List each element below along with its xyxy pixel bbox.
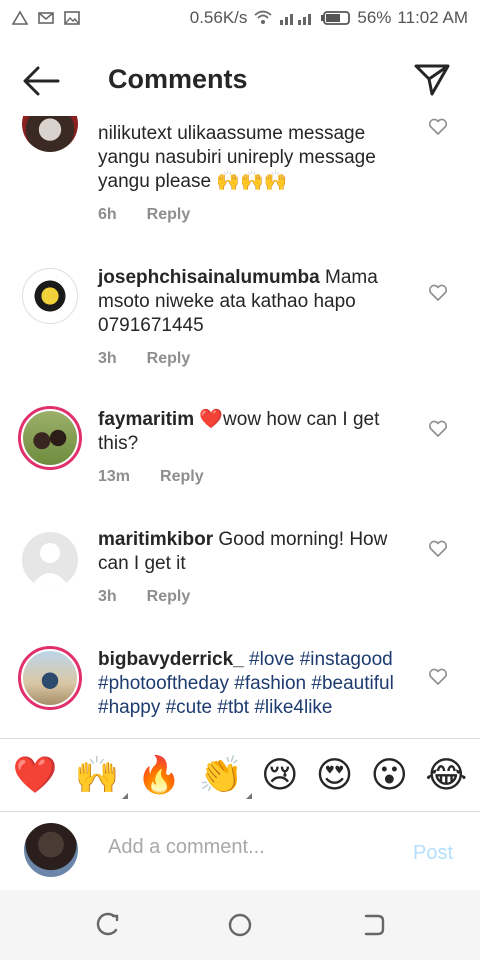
clapping-hands-emoji: 👏 [198, 754, 244, 795]
default-avatar-icon [30, 543, 70, 588]
page-title: Comments [108, 64, 248, 94]
comment-time: 13m [98, 468, 131, 485]
comment-text: bigbavyderrick_ #love #instagood #photoo… [98, 648, 416, 720]
home-circle-icon[interactable] [225, 910, 255, 940]
wifi-icon [254, 10, 272, 24]
comment-meta: 13m Reply [98, 468, 204, 486]
notification-icons [12, 11, 80, 25]
comment-username[interactable]: maritimkibor [98, 529, 213, 550]
like-heart-icon[interactable] [428, 284, 448, 302]
red-heart-emoji-button[interactable]: ❤️ [13, 755, 58, 795]
like-heart-icon[interactable] [428, 420, 448, 438]
like-heart-icon[interactable] [428, 118, 448, 136]
clock: 11:02 AM [397, 8, 468, 27]
warning-icon [12, 11, 28, 25]
status-bar: 0.56K/s 56% 11:02 AM [0, 0, 480, 36]
reply-button[interactable]: Reply [147, 350, 191, 368]
battery-icon [321, 11, 351, 25]
system-navigation-bar [0, 890, 480, 960]
comment-text: faymaritim ❤️wow how can I get this? [98, 408, 416, 456]
comment-username[interactable]: faymaritim [98, 409, 194, 430]
avatar[interactable] [18, 406, 82, 470]
comment-meta: 6h Reply [98, 206, 190, 224]
current-user-avatar [24, 823, 78, 877]
comment-meta: 3h Reply [98, 588, 190, 606]
crying-face-emoji-button[interactable]: 😢 [261, 755, 299, 795]
tears-of-joy-emoji-button[interactable]: 😂 [425, 755, 467, 795]
comment-username[interactable]: josephchisainalumumba [98, 267, 320, 288]
header: Comments [0, 44, 480, 116]
heart-eyes-emoji-button[interactable]: 😍 [316, 755, 354, 795]
direct-message-icon[interactable] [412, 60, 452, 100]
surprised-face-emoji-button[interactable]: 😮 [371, 755, 409, 795]
clapping-hands-emoji-button[interactable]: 👏 [198, 754, 252, 799]
like-heart-icon[interactable] [428, 540, 448, 558]
comment-input[interactable] [108, 836, 388, 859]
mail-icon [38, 12, 54, 24]
avatar[interactable] [22, 532, 78, 588]
avatar[interactable] [18, 646, 82, 710]
fire-emoji-button[interactable]: 🔥 [137, 755, 182, 795]
comment-username[interactable]: bigbavyderrick_ [98, 649, 244, 670]
avatar[interactable] [22, 268, 78, 324]
comment-input-bar: Post [0, 812, 480, 890]
skin-tone-indicator-icon [121, 793, 128, 799]
back-arrow-icon[interactable] [22, 64, 62, 98]
network-speed: 0.56K/s [189, 8, 248, 27]
image-icon [64, 11, 80, 25]
comment-text: nilikutext ulikaassume message yangu nas… [98, 122, 416, 194]
reply-button[interactable]: Reply [147, 588, 191, 606]
skin-tone-indicator-icon [245, 793, 252, 799]
comment-text: maritimkibor Good morning! How can I get… [98, 528, 416, 576]
emoji-quick-bar: ❤️ 🙌 🔥 👏 😢 😍 😮 😂 [0, 738, 480, 812]
avatar[interactable] [22, 116, 78, 152]
comment-meta: 3h Reply [98, 350, 190, 368]
raising-hands-emoji-button[interactable]: 🙌 [74, 754, 128, 799]
comment-time: 3h [98, 350, 117, 367]
battery-level: 56% [357, 8, 392, 27]
comment-time: 6h [98, 206, 117, 223]
back-nav-icon[interactable] [358, 910, 388, 940]
comment-body: nilikutext ulikaassume message yangu nas… [98, 123, 376, 192]
comments-list[interactable]: nilikutext ulikaassume message yangu nas… [0, 116, 480, 738]
reply-button[interactable]: Reply [160, 468, 204, 486]
recent-apps-icon[interactable] [92, 910, 122, 940]
like-heart-icon[interactable] [428, 668, 448, 686]
post-button[interactable]: Post [413, 842, 453, 865]
reply-button[interactable]: Reply [147, 206, 191, 224]
raising-hands-emoji: 🙌 [74, 754, 120, 795]
signal-icon [280, 14, 312, 25]
comment-text: josephchisainalumumba Mama msoto niweke … [98, 266, 416, 338]
comment-time: 3h [98, 588, 117, 605]
